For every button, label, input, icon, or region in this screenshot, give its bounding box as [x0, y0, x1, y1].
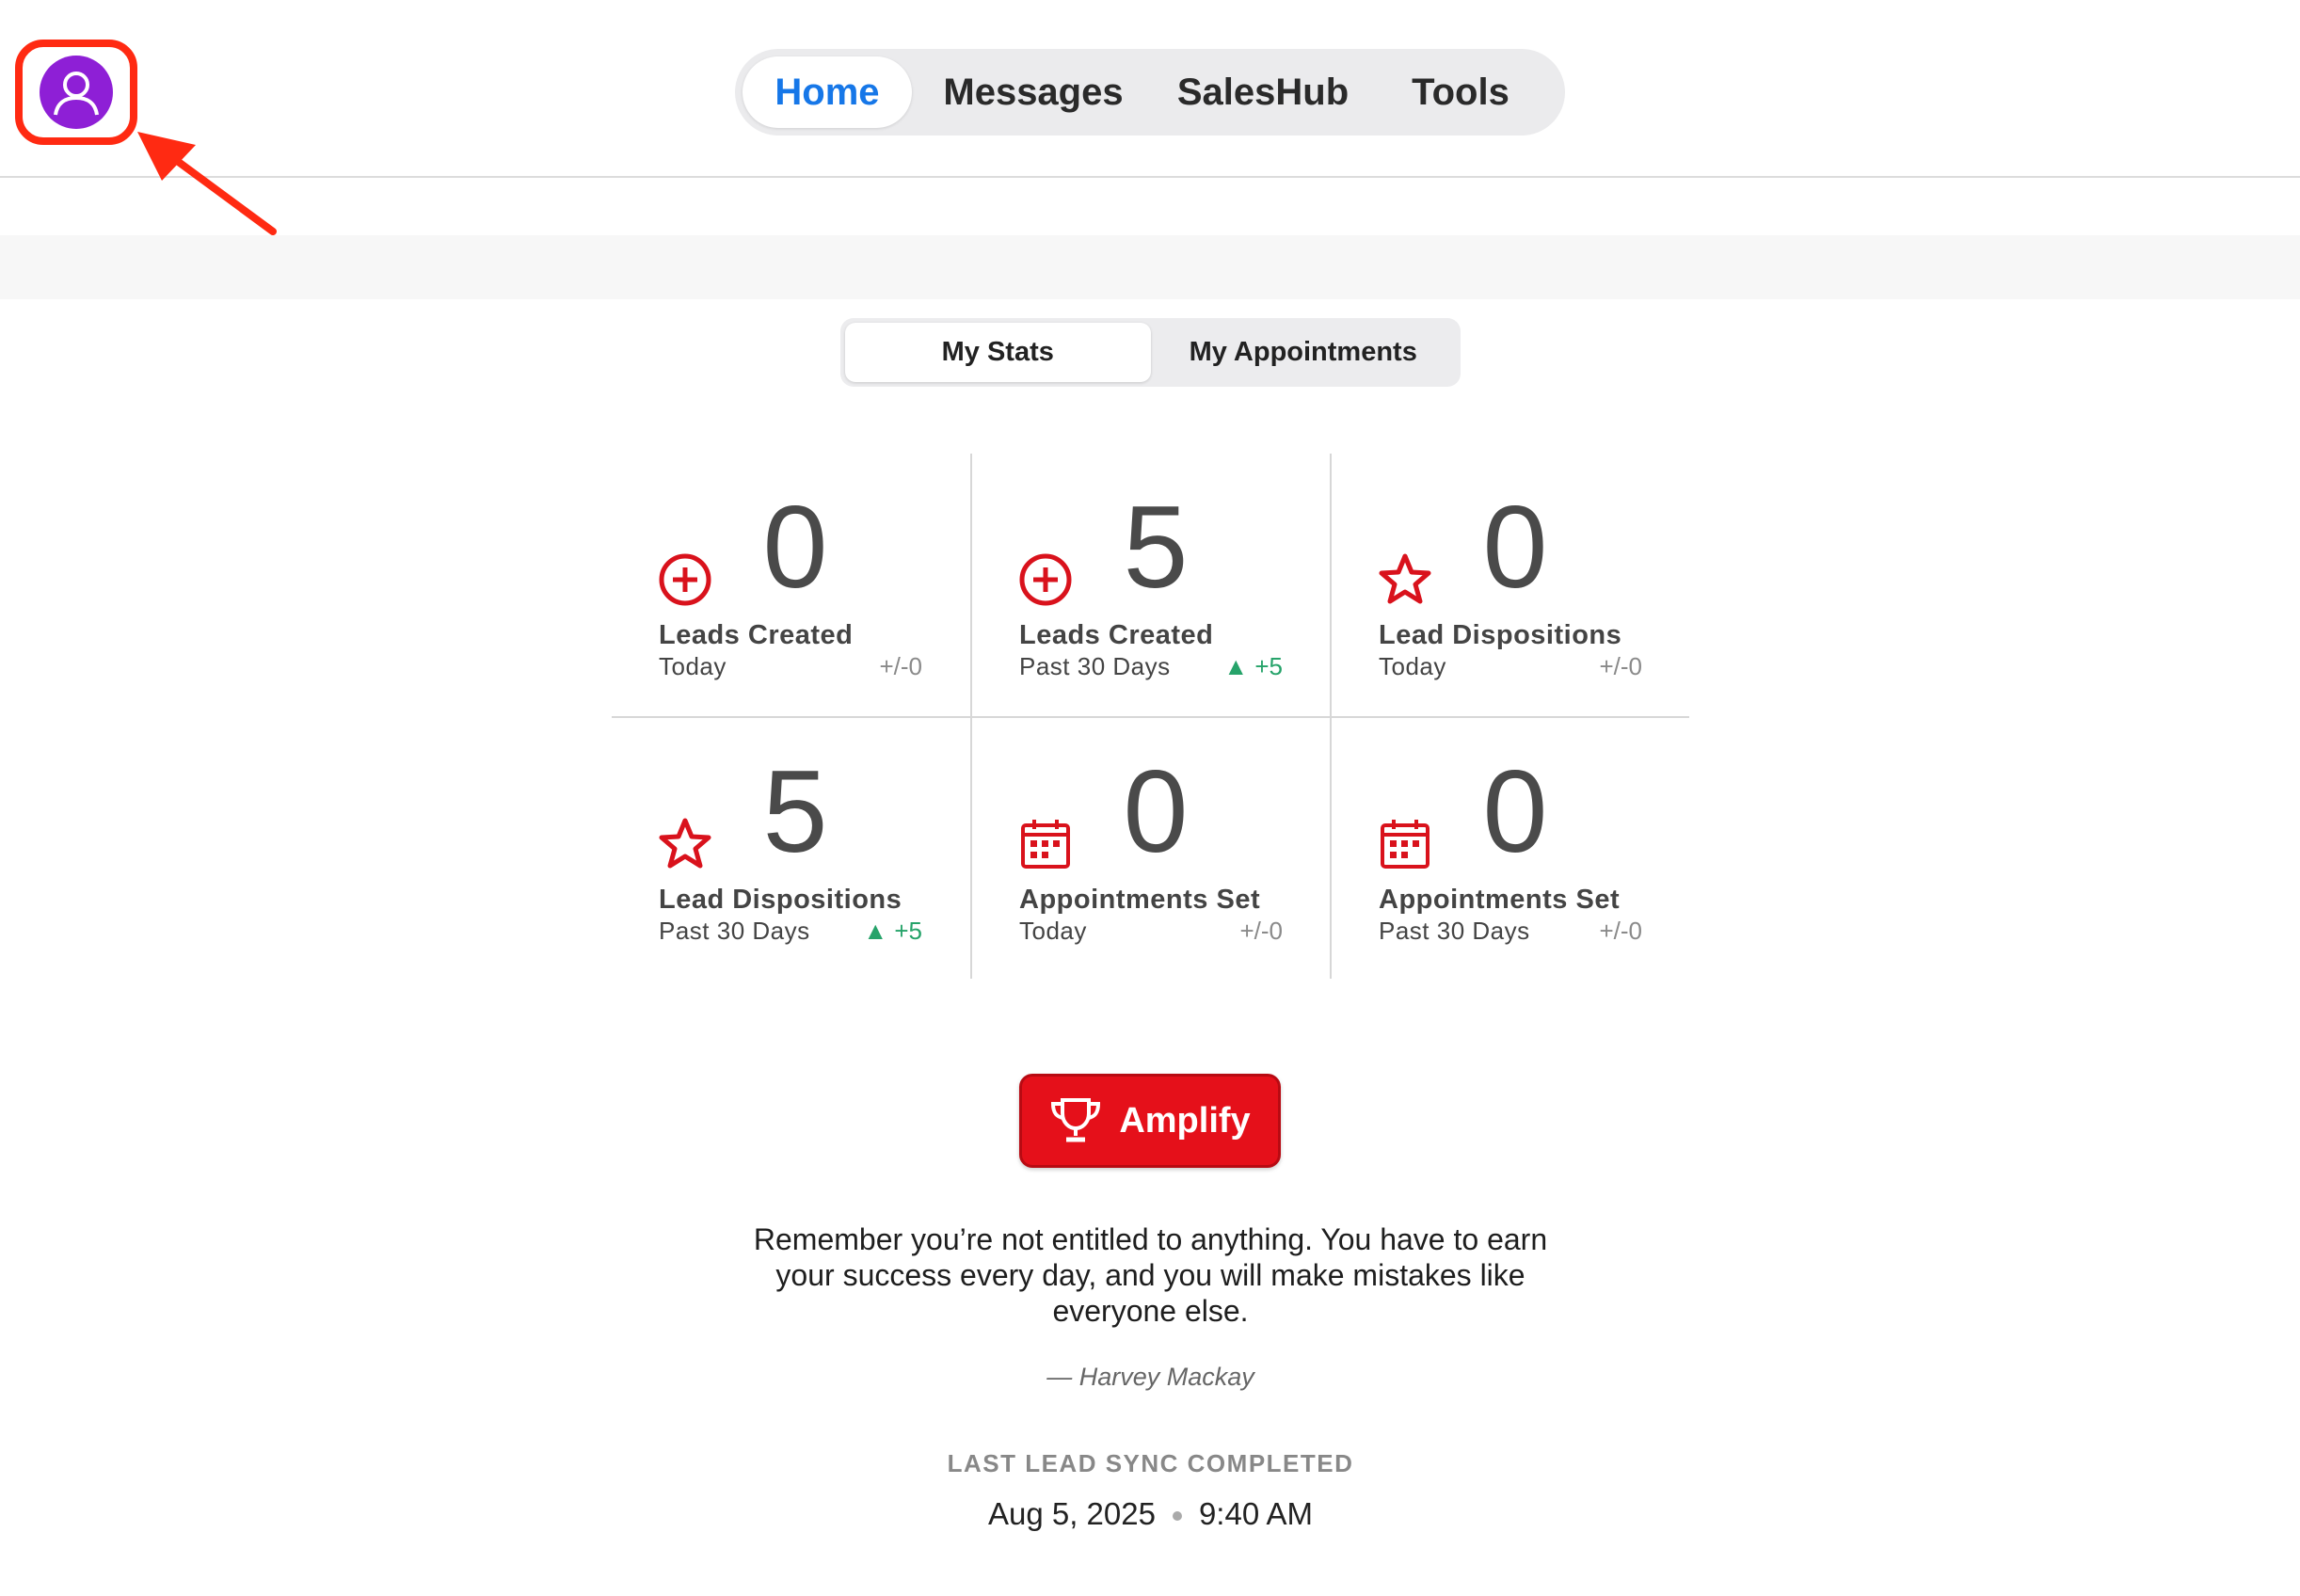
nav-saleshub[interactable]: SalesHub	[1155, 56, 1371, 128]
stat-delta: ▲ +5	[863, 917, 922, 946]
stat-value: 0	[1482, 747, 1548, 877]
stat-period: Past 30 Days	[1019, 652, 1171, 680]
stat-delta: +/-0	[1239, 917, 1283, 945]
avatar-highlight[interactable]	[15, 40, 137, 145]
main-nav: Home Messages SalesHub Tools	[735, 49, 1565, 136]
annotation-arrow	[137, 132, 277, 235]
nav-home[interactable]: Home	[743, 56, 912, 128]
tab-my-appointments[interactable]: My Appointments	[1151, 323, 1457, 382]
stat-value: 0	[1123, 747, 1189, 877]
stat-period: Today	[659, 652, 727, 680]
star-icon	[659, 818, 711, 869]
stat-delta: +/-0	[1599, 652, 1642, 680]
stat-delta-value: +5	[1254, 652, 1283, 680]
stat-card[interactable]: 0 Appointments Set Today +/-0	[972, 718, 1332, 981]
separator-dot-icon	[1172, 1511, 1182, 1522]
calendar-icon	[1381, 820, 1430, 869]
amplify-label: Amplify	[1119, 1100, 1251, 1141]
stat-value: 0	[762, 483, 828, 613]
motivational-quote: Remember you’re not entitled to anything…	[753, 1222, 1548, 1328]
stat-label: Appointments Set	[1019, 885, 1261, 915]
calendar-icon	[1021, 820, 1070, 869]
stat-label: Leads Created	[1019, 620, 1214, 650]
nav-tools[interactable]: Tools	[1371, 56, 1550, 128]
stat-card[interactable]: 0 Appointments Set Past 30 Days +/-0	[1332, 718, 1691, 981]
plus-circle-icon	[1019, 553, 1072, 606]
quote-author: — Harvey Mackay	[1046, 1363, 1254, 1391]
stat-label: Leads Created	[659, 620, 854, 650]
stat-period: Today	[1019, 917, 1087, 945]
stat-card[interactable]: 5 Lead Dispositions Past 30 Days ▲ +5	[612, 718, 971, 981]
stat-period: Today	[1379, 652, 1446, 680]
trend-up-icon: ▲	[1223, 652, 1255, 680]
avatar[interactable]	[40, 56, 113, 129]
stat-value: 5	[1123, 483, 1189, 613]
stat-value: 5	[762, 747, 828, 877]
banner-strip	[0, 235, 2300, 299]
amplify-button[interactable]: Amplify	[1019, 1074, 1281, 1168]
tab-my-stats[interactable]: My Stats	[845, 323, 1151, 382]
plus-circle-icon	[659, 553, 711, 606]
stat-value: 0	[1482, 483, 1548, 613]
stat-card[interactable]: 5 Leads Created Past 30 Days ▲ +5	[972, 454, 1332, 716]
stat-label: Appointments Set	[1379, 885, 1621, 915]
stat-card[interactable]: 0 Lead Dispositions Today +/-0	[1332, 454, 1691, 716]
star-icon	[1379, 553, 1431, 604]
top-bar: Home Messages SalesHub Tools	[0, 0, 2300, 178]
sync-time: 9:40 AM	[1198, 1496, 1314, 1531]
stat-card[interactable]: 0 Leads Created Today +/-0	[612, 454, 971, 716]
stat-delta: +/-0	[1599, 917, 1642, 945]
stat-label: Lead Dispositions	[1379, 620, 1622, 650]
stat-delta-value: +5	[894, 917, 922, 945]
sync-timestamp: Aug 5, 2025 9:40 AM	[725, 1496, 1576, 1532]
stat-label: Lead Dispositions	[659, 885, 902, 915]
sync-title: LAST LEAD SYNC COMPLETED	[947, 1449, 1354, 1477]
stat-period: Past 30 Days	[1379, 917, 1530, 945]
stat-period: Past 30 Days	[659, 917, 810, 945]
stats-grid: 0 Leads Created Today +/-0 5 Leads Creat…	[612, 454, 1689, 979]
trend-up-icon: ▲	[863, 917, 895, 945]
nav-messages[interactable]: Messages	[912, 56, 1155, 128]
user-avatar-icon	[54, 72, 99, 116]
trophy-icon	[1051, 1098, 1101, 1142]
stat-delta: ▲ +5	[1223, 652, 1283, 681]
sync-date: Aug 5, 2025	[987, 1496, 1156, 1531]
stat-delta: +/-0	[879, 652, 922, 680]
stats-segmented-control: My Stats My Appointments	[840, 318, 1461, 387]
